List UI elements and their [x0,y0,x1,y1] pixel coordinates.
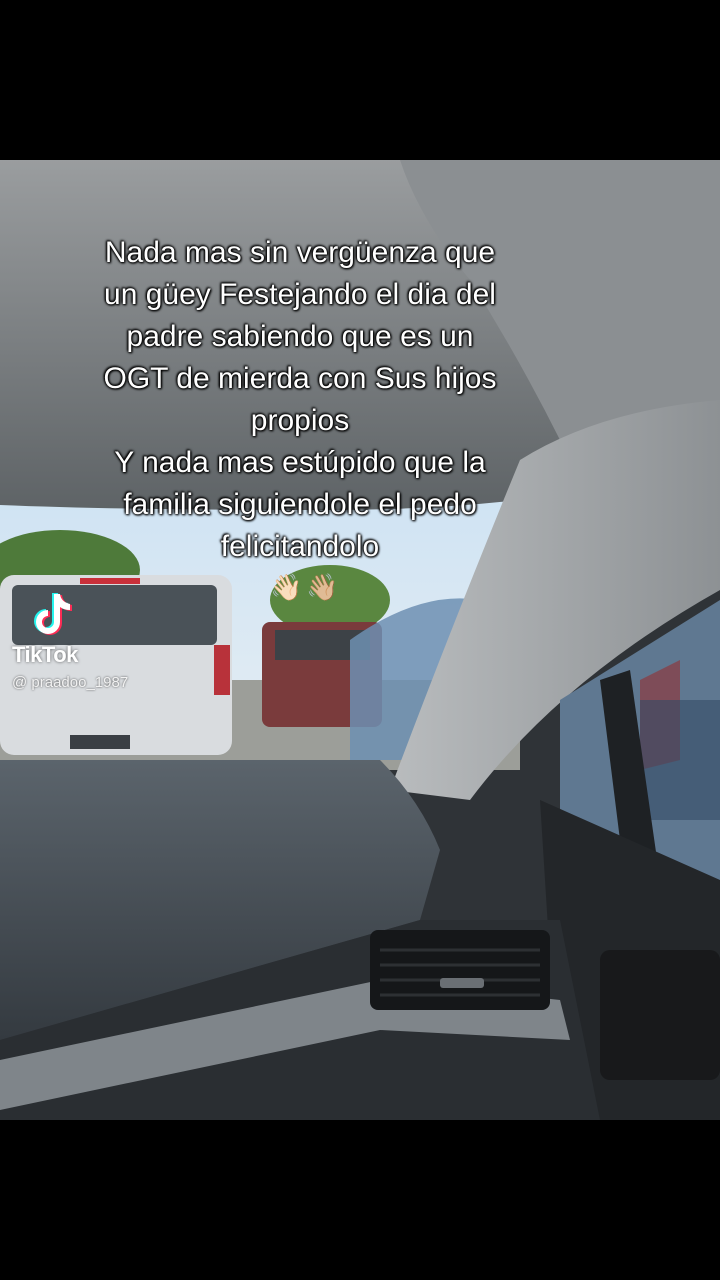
caption-text: Nada mas sin vergüenza que un güey Feste… [103,236,497,563]
waving-hand-emoji: 👋🏻 [270,572,303,602]
tiktok-note-icon [34,593,72,635]
waving-hand-emoji: 👋🏼 [306,572,339,602]
air-vent [370,930,550,1010]
creator-handle: @ praadoo_1987 [12,674,129,691]
tiktok-brand-label: TikTok [12,642,78,667]
bottom-letterbox [0,1120,720,1280]
top-letterbox [0,0,720,160]
